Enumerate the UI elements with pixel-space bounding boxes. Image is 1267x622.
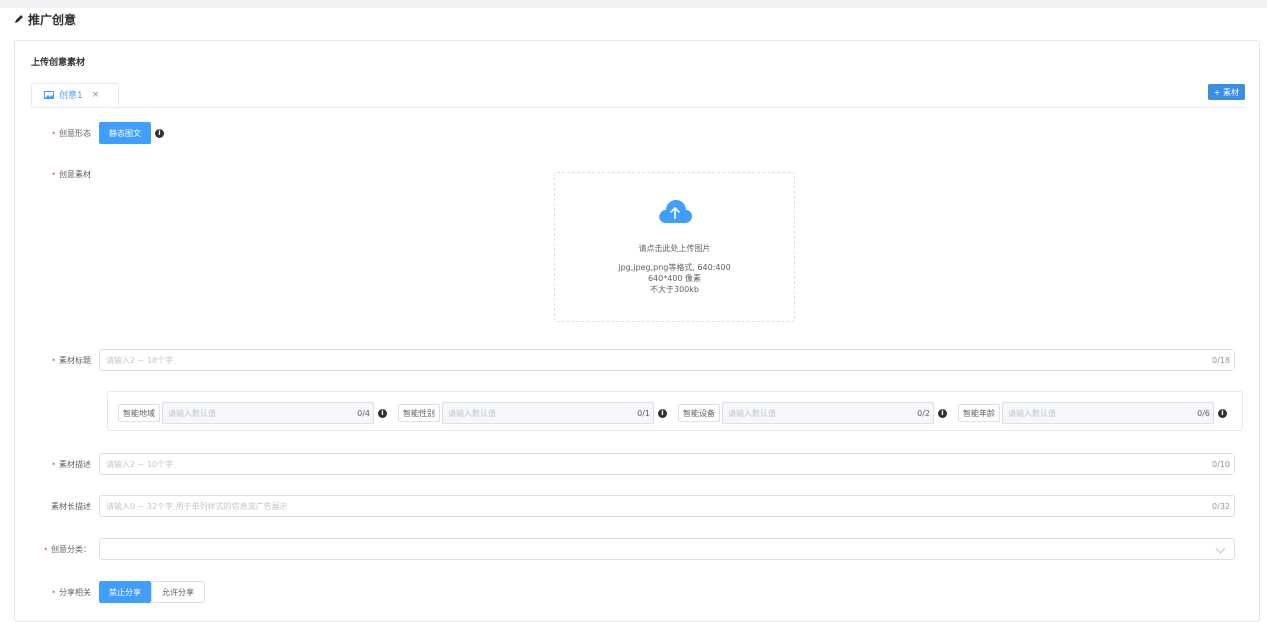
smart-age-field: 智能年龄 请输入默认值 0/6 i	[958, 402, 1227, 424]
form-type-label-text: 创意形态	[59, 128, 91, 138]
page-title-text: 推广创意	[28, 12, 77, 27]
section-title: 上传创意素材	[31, 58, 86, 68]
smart-fields-box: 智能地域 请输入默认值 0/4 i 智能性别 请输入默认值 0/1 i 智能设备…	[107, 391, 1243, 431]
info-icon[interactable]: i	[658, 408, 667, 418]
category-row: • 创意分类：	[15, 538, 1235, 560]
info-icon[interactable]: i	[1218, 408, 1227, 418]
smart-device-field: 智能设备 请输入默认值 0/2 i	[678, 402, 947, 424]
category-select[interactable]	[99, 538, 1235, 560]
long-desc-input[interactable]: 请输入0 ~ 32个字,用于单列样式的信息流广告展示 0/32	[99, 495, 1235, 517]
smart-region-field: 智能地域 请输入默认值 0/4 i	[118, 402, 387, 424]
pen-icon	[15, 15, 23, 23]
tab-creative-1[interactable]: 创意1 ×	[31, 83, 119, 106]
upload-limit: 不大于300kb	[650, 285, 699, 294]
title-input[interactable]: 请输入2 ~ 18个字 0/18	[99, 349, 1235, 371]
smart-device-input[interactable]: 请输入默认值 0/2	[722, 402, 934, 424]
smart-gender-counter: 0/1	[637, 408, 650, 418]
desc-counter: 0/10	[1212, 459, 1230, 469]
long-desc-row: 素材长描述 请输入0 ~ 32个字,用于单列样式的信息流广告展示 0/32	[15, 495, 1235, 517]
creative-tab-bar: 创意1 ×	[31, 83, 1245, 108]
smart-region-tag[interactable]: 智能地域	[118, 404, 160, 422]
material-label-text: 创意素材	[59, 170, 91, 179]
smart-device-tag[interactable]: 智能设备	[678, 404, 720, 422]
smart-gender-placeholder: 请输入默认值	[448, 408, 496, 418]
upload-hint: 请点击此处上传图片	[638, 244, 711, 253]
desc-label: • 素材描述	[15, 459, 99, 470]
info-icon[interactable]: i	[155, 128, 164, 138]
allow-share-button[interactable]: 允许分享	[151, 581, 205, 603]
desc-placeholder: 请输入2 ~ 10个字	[106, 459, 174, 469]
smart-age-counter: 0/6	[1197, 408, 1210, 418]
smart-region-input[interactable]: 请输入默认值 0/4	[162, 402, 374, 424]
required-mark: •	[51, 587, 56, 597]
share-label-text: 分享相关	[59, 587, 91, 597]
long-desc-label: 素材长描述	[51, 501, 91, 511]
title-row: • 素材标题 请输入2 ~ 18个字 0/18	[15, 349, 1235, 371]
static-image-text-button[interactable]: 静态图文	[99, 122, 151, 144]
title-label: • 素材标题	[15, 355, 99, 366]
form-type-label: • 创意形态	[15, 128, 99, 139]
smart-region-counter: 0/4	[357, 408, 370, 418]
smart-gender-input[interactable]: 请输入默认值 0/1	[442, 402, 654, 424]
tab-label: 创意1	[59, 91, 83, 101]
image-upload-area[interactable]: 请点击此处上传图片 jpg,jpeg,png等格式, 640:400 640*4…	[554, 172, 795, 322]
upload-format: jpg,jpeg,png等格式, 640:400	[618, 263, 731, 272]
creative-panel: 上传创意素材 创意1 × + 素材 • 创意形态 静态图文 i • 创意素材 请点击…	[14, 40, 1260, 622]
desc-input[interactable]: 请输入2 ~ 10个字 0/10	[99, 453, 1235, 475]
material-label: • 创意素材	[15, 169, 99, 180]
category-label-text: 创意分类：	[51, 544, 91, 554]
info-icon[interactable]: i	[378, 408, 387, 418]
required-mark: •	[51, 459, 56, 469]
title-label-text: 素材标题	[59, 355, 91, 365]
title-placeholder: 请输入2 ~ 18个字	[106, 355, 174, 365]
desc-label-text: 素材描述	[59, 459, 91, 469]
smart-age-placeholder: 请输入默认值	[1008, 408, 1056, 418]
category-label: • 创意分类：	[15, 544, 99, 555]
share-row: • 分享相关 禁止分享 允许分享	[15, 581, 205, 603]
smart-gender-tag[interactable]: 智能性别	[398, 404, 440, 422]
smart-region-placeholder: 请输入默认值	[168, 408, 216, 418]
disable-share-button[interactable]: 禁止分享	[99, 581, 151, 603]
smart-device-placeholder: 请输入默认值	[728, 408, 776, 418]
smart-age-input[interactable]: 请输入默认值 0/6	[1002, 402, 1214, 424]
page-title: 推广创意	[14, 10, 76, 28]
desc-row: • 素材描述 请输入2 ~ 10个字 0/10	[15, 453, 1235, 475]
cloud-upload-icon	[659, 200, 692, 223]
upload-requirements: jpg,jpeg,png等格式, 640:400 640*400 像素 不大于3…	[555, 262, 794, 295]
form-type-row: • 创意形态 静态图文 i	[15, 122, 164, 144]
close-icon[interactable]: ×	[92, 90, 100, 100]
required-mark: •	[43, 544, 48, 554]
required-mark: •	[51, 355, 56, 365]
add-material-button[interactable]: + 素材	[1207, 84, 1245, 100]
info-icon[interactable]: i	[938, 408, 947, 418]
upload-size: 640*400 像素	[647, 274, 702, 283]
material-row: • 创意素材	[15, 169, 99, 180]
smart-age-tag[interactable]: 智能年龄	[958, 404, 1000, 422]
required-mark: •	[51, 170, 56, 179]
title-counter: 0/18	[1212, 355, 1230, 365]
share-label: • 分享相关	[15, 587, 99, 598]
smart-gender-field: 智能性别 请输入默认值 0/1 i	[398, 402, 667, 424]
long-desc-placeholder: 请输入0 ~ 32个字,用于单列样式的信息流广告展示	[106, 501, 288, 511]
top-strip	[0, 0, 1267, 8]
chevron-down-icon	[1215, 543, 1226, 554]
required-mark: •	[51, 128, 56, 138]
long-desc-counter: 0/32	[1212, 501, 1230, 511]
smart-device-counter: 0/2	[917, 408, 930, 418]
image-icon	[44, 90, 54, 99]
